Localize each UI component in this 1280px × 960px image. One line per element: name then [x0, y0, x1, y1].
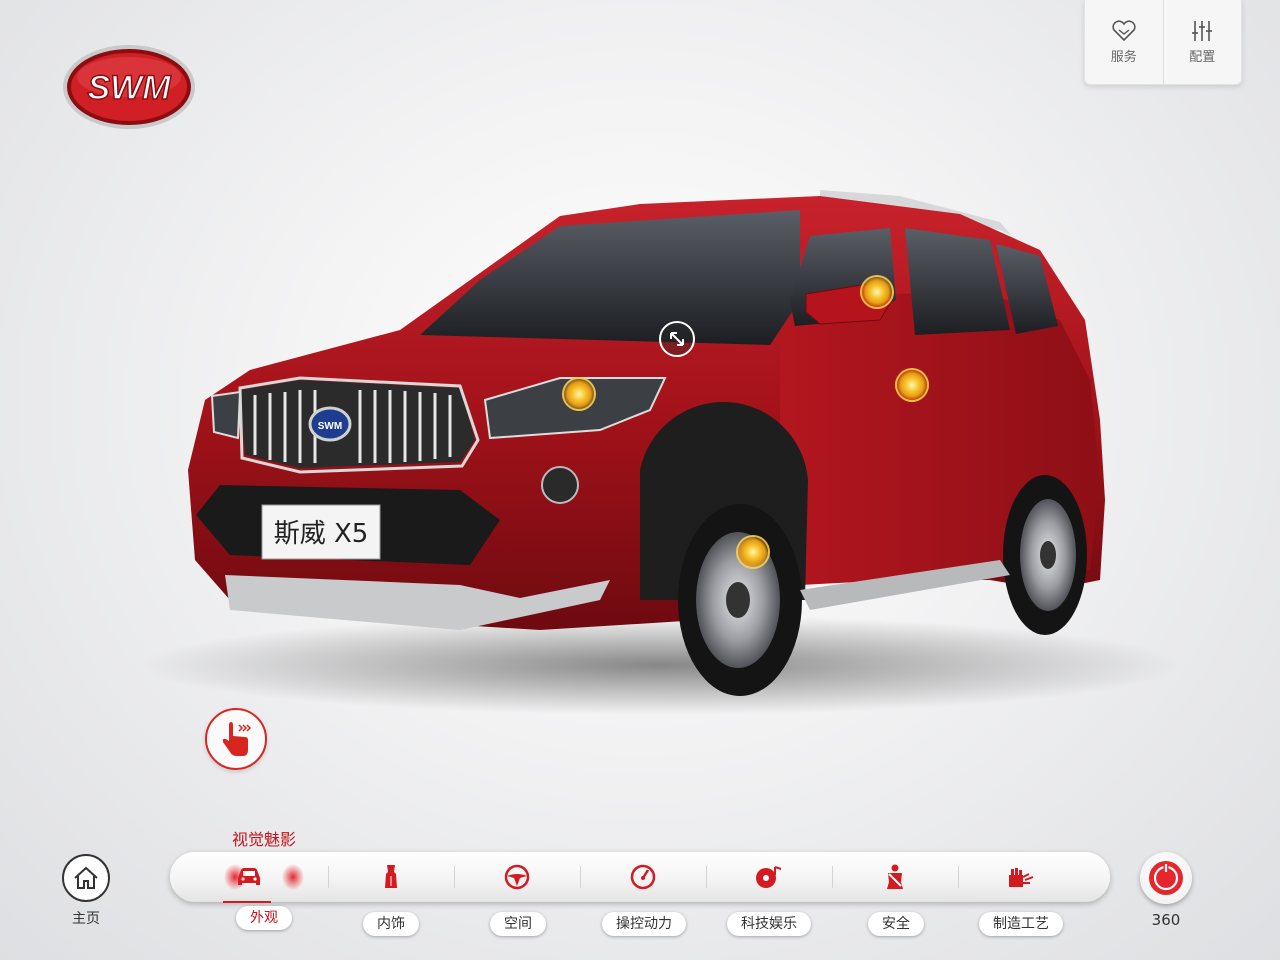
- nav-item-tech[interactable]: [706, 852, 832, 902]
- home-icon: [74, 866, 98, 889]
- tab-exterior[interactable]: 外观: [236, 906, 292, 930]
- bottom-nav-bar: [170, 852, 1110, 903]
- home-label: 主页: [72, 911, 100, 927]
- active-glow-right: [282, 864, 304, 890]
- view-360-button[interactable]: [1140, 852, 1192, 904]
- section-title: 视觉魅影: [232, 830, 297, 849]
- nav-item-handling[interactable]: [580, 852, 706, 902]
- active-glow-left: [224, 864, 246, 890]
- tab-handling[interactable]: 操控动力: [602, 912, 686, 936]
- music-disc-icon: [756, 866, 782, 888]
- nav-item-interior[interactable]: [328, 852, 454, 902]
- nav-item-space[interactable]: [454, 852, 580, 902]
- nav-item-safety[interactable]: [832, 852, 958, 902]
- seatbelt-icon: [887, 864, 903, 889]
- tab-tech[interactable]: 科技娱乐: [727, 912, 811, 936]
- model-plate: 斯威 X5: [274, 519, 369, 549]
- hand-swipe-icon: [222, 722, 252, 756]
- rotate-360-icon: [1149, 861, 1183, 895]
- hotspot-headlight[interactable]: [562, 377, 596, 411]
- hotspot-wheel[interactable]: [736, 535, 770, 569]
- hotspot-mirror[interactable]: [860, 275, 894, 309]
- car-image: SWM 斯威 X5: [140, 190, 1180, 715]
- tab-space[interactable]: 空间: [490, 912, 546, 936]
- view-360-label: 360: [1151, 911, 1181, 929]
- home-button[interactable]: [62, 854, 110, 902]
- grille-badge: SWM: [318, 421, 342, 432]
- tab-interior[interactable]: 内饰: [363, 912, 419, 936]
- nav-item-exterior[interactable]: [170, 852, 328, 903]
- hotspot-door-handle[interactable]: [895, 368, 929, 402]
- swipe-gesture-button[interactable]: [205, 708, 267, 770]
- speedometer-icon: [630, 864, 656, 890]
- seat-icon: [385, 865, 397, 888]
- tab-craft[interactable]: 制造工艺: [979, 912, 1063, 936]
- nav-item-craft[interactable]: [958, 852, 1084, 902]
- tab-safety[interactable]: 安全: [868, 912, 924, 936]
- expand-icon: [670, 332, 684, 346]
- steering-wheel-icon: [504, 864, 530, 890]
- expand-view-button[interactable]: [659, 321, 695, 357]
- robot-arm-icon: [1009, 868, 1034, 887]
